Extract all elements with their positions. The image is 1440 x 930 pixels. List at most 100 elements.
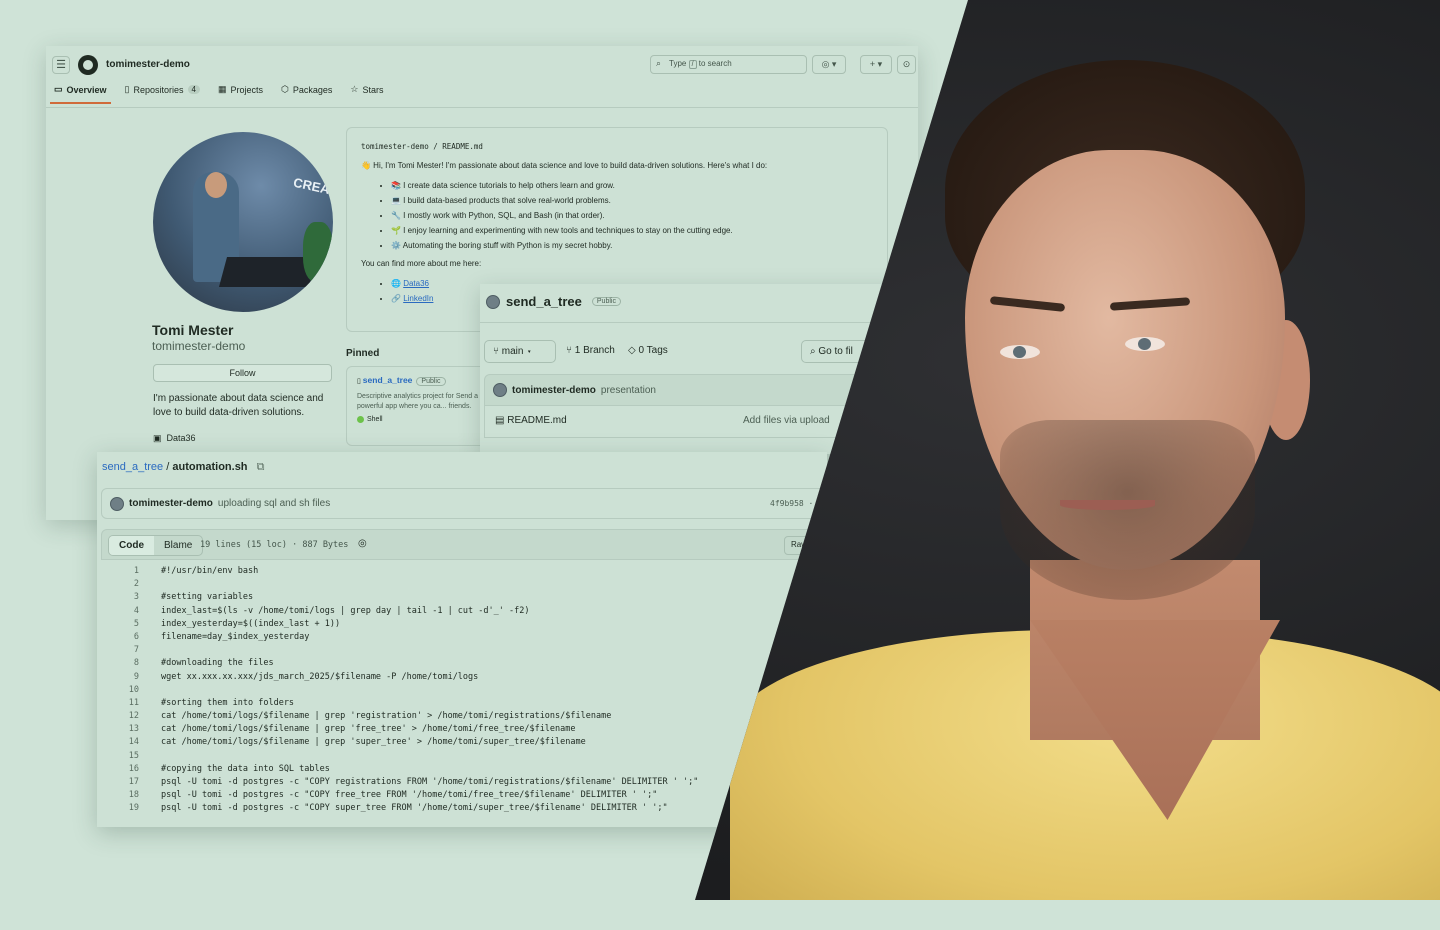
line-number[interactable]: 13 xyxy=(101,723,139,736)
search-placeholder: Type / to search xyxy=(669,59,732,69)
line-number[interactable]: 9 xyxy=(101,671,139,684)
line-number[interactable]: 2 xyxy=(101,578,139,591)
code-line: 7 xyxy=(101,644,827,657)
line-number[interactable]: 3 xyxy=(101,591,139,604)
visibility-badge: Public xyxy=(591,297,621,306)
code-line: 14 cat /home/tomi/logs/$filename | grep '… xyxy=(101,736,827,749)
code-line: 9 wget xx.xxx.xx.xxx/jds_march_2025/$file… xyxy=(101,671,827,684)
line-number[interactable]: 14 xyxy=(101,736,139,749)
repo-icon: ▯ xyxy=(124,84,130,94)
line-text: cat /home/tomi/logs/$filename | grep 'su… xyxy=(161,737,586,748)
commit-message[interactable]: presentation xyxy=(601,385,656,396)
profile-org[interactable]: ▣ Data36 xyxy=(153,433,196,444)
commit-author[interactable]: tomimester-demo xyxy=(512,385,596,396)
line-text: filename=day_$index_yesterday xyxy=(161,631,310,642)
mouth xyxy=(1060,500,1155,510)
repo-name[interactable]: send_a_tree xyxy=(506,294,582,309)
branch-icon: ⑂ xyxy=(566,345,575,356)
readme-list: 📚 I create data science tutorials to hel… xyxy=(361,178,873,253)
github-logo-icon[interactable] xyxy=(78,55,98,75)
copilot-icon[interactable]: ◎ xyxy=(358,538,367,549)
issues-button[interactable]: ⊙ xyxy=(897,55,916,74)
breadcrumb-file: automation.sh xyxy=(172,461,248,473)
code-line: 18 psql -U tomi -d postgres -c "COPY free… xyxy=(101,789,827,802)
tags-link[interactable]: ◇ 0 Tags xyxy=(628,345,668,356)
line-number[interactable]: 6 xyxy=(101,631,139,644)
visibility-badge: Public xyxy=(416,377,446,386)
plus-icon: + ▾ xyxy=(869,59,883,69)
line-text: psql -U tomi -d postgres -c "COPY super_… xyxy=(161,803,668,814)
menu-icon[interactable]: ☰ xyxy=(52,56,70,74)
branches-link[interactable]: ⑂ 1 Branch xyxy=(566,345,615,356)
issue-icon: ⊙ xyxy=(902,59,911,69)
line-text xyxy=(139,644,161,657)
organization-icon: ▣ xyxy=(153,433,162,443)
header-username[interactable]: tomimester-demo xyxy=(106,59,190,70)
file-info: 19 lines (15 loc) · 887 Bytes xyxy=(200,540,349,550)
create-new-button[interactable]: + ▾ xyxy=(860,55,892,74)
code-view: 1 #!/usr/bin/env bash 2 3 #setting variables… xyxy=(101,560,827,827)
pinned-repo-name[interactable]: send_a_tree xyxy=(363,375,413,385)
code-line: 4 index_last=$(ls -v /home/tomi/logs | gr… xyxy=(101,605,827,618)
tab-code[interactable]: Code xyxy=(109,536,154,555)
search-input[interactable]: ⌕ Type / to search xyxy=(650,55,807,74)
line-number[interactable]: 17 xyxy=(101,776,139,789)
tab-overview[interactable]: ▭ Overview xyxy=(50,84,111,104)
line-number[interactable]: 8 xyxy=(101,657,139,670)
profile-avatar[interactable]: CREATE xyxy=(153,132,333,312)
code-line: 1 #!/usr/bin/env bash xyxy=(101,565,827,578)
code-line: 16 #copying the data into SQL tables xyxy=(101,763,827,776)
line-number[interactable]: 4 xyxy=(101,605,139,618)
line-number[interactable]: 11 xyxy=(101,697,139,710)
line-text xyxy=(139,578,161,591)
commit-author[interactable]: tomimester-demo xyxy=(129,498,213,509)
line-text: index_last=$(ls -v /home/tomi/logs | gre… xyxy=(161,605,530,616)
tab-packages[interactable]: ⬡ Packages xyxy=(281,84,332,102)
language-color-dot xyxy=(357,416,364,423)
file-latest-commit: tomimester-demo uploading sql and sh fil… xyxy=(101,488,827,519)
follow-button[interactable]: Follow xyxy=(153,364,332,382)
code-line: 19 psql -U tomi -d postgres -c "COPY supe… xyxy=(101,802,827,815)
pinned-title: Pinned xyxy=(346,348,380,359)
line-number[interactable]: 19 xyxy=(101,802,139,815)
line-number[interactable]: 16 xyxy=(101,763,139,776)
beard xyxy=(1000,420,1255,600)
link-data36[interactable]: Data36 xyxy=(403,279,429,288)
file-commit-message[interactable]: Add files via upload xyxy=(743,415,830,426)
line-number[interactable]: 12 xyxy=(101,710,139,723)
code-line: 8 #downloading the files xyxy=(101,657,827,670)
profile-tabs: ▭ Overview ▯ Repositories 4 ▦ Projects ⬡ Pack… xyxy=(50,84,384,104)
line-number[interactable]: 1 xyxy=(101,565,139,578)
commit-message[interactable]: uploading sql and sh files xyxy=(218,498,330,509)
link-linkedin[interactable]: LinkedIn xyxy=(403,294,433,303)
globe-icon: 🌐 xyxy=(391,279,404,288)
chevron-down-icon: ▾ xyxy=(523,346,533,357)
code-line: 17 psql -U tomi -d postgres -c "COPY regi… xyxy=(101,776,827,789)
list-item: ⚙️ Automating the boring stuff with Pyth… xyxy=(391,238,873,253)
tab-projects[interactable]: ▦ Projects xyxy=(218,84,263,102)
branch-selector[interactable]: ⑂ main ▾ xyxy=(484,340,556,363)
profile-name: Tomi Mester xyxy=(152,322,234,338)
line-text: #downloading the files xyxy=(161,658,274,669)
file-name[interactable]: README.md xyxy=(507,415,566,426)
tab-stars[interactable]: ☆ Stars xyxy=(350,84,383,102)
code-toolbar: Code Blame 19 lines (15 loc) · 887 Bytes… xyxy=(101,529,827,560)
repo-count: 4 xyxy=(187,85,200,94)
copy-icon[interactable]: ⧉ xyxy=(257,461,265,473)
breadcrumb-repo-link[interactable]: send_a_tree xyxy=(102,461,163,473)
line-number[interactable]: 15 xyxy=(101,750,139,763)
line-number[interactable]: 10 xyxy=(101,684,139,697)
line-number[interactable]: 18 xyxy=(101,789,139,802)
code-line: 12 cat /home/tomi/logs/$filename | grep '… xyxy=(101,710,827,723)
readme-path: tomimester-demo / README.md xyxy=(361,142,483,151)
list-item: 🔧 I mostly work with Python, SQL, and Ba… xyxy=(391,208,873,223)
tab-repositories[interactable]: ▯ Repositories 4 xyxy=(125,84,200,102)
code-line: 15 xyxy=(101,750,827,763)
search-icon: ⌕ xyxy=(656,58,662,68)
eye-right xyxy=(1125,337,1165,351)
line-number[interactable]: 7 xyxy=(101,644,139,657)
code-line: 2 xyxy=(101,578,827,591)
copilot-button[interactable]: ◎ ▾ xyxy=(812,55,846,74)
tab-blame[interactable]: Blame xyxy=(154,536,202,555)
line-number[interactable]: 5 xyxy=(101,618,139,631)
